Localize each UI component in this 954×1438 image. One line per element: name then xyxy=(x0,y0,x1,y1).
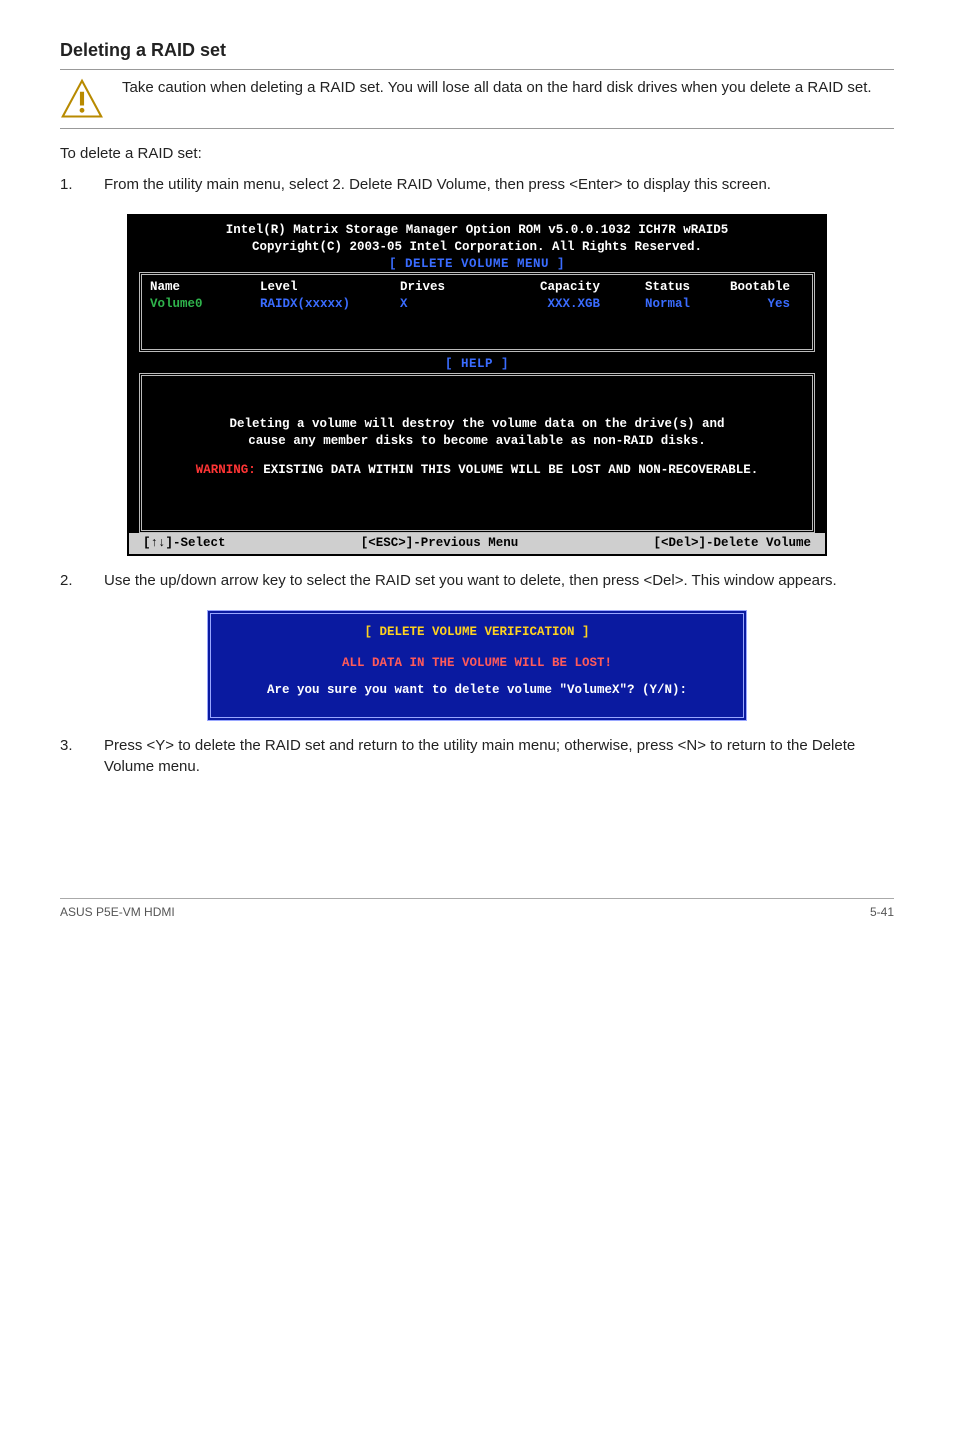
bios-volume-table-box: Name Level Drives Capacity Status Bootab… xyxy=(139,272,815,352)
divider xyxy=(60,128,894,129)
col-level: Level xyxy=(260,279,400,296)
status-previous[interactable]: [<ESC>]-Previous Menu xyxy=(361,535,519,552)
step-number: 2. xyxy=(60,570,80,592)
bios-title-1: Intel(R) Matrix Storage Manager Option R… xyxy=(139,222,815,239)
step-number: 1. xyxy=(60,174,80,196)
intro-text: To delete a RAID set: xyxy=(60,143,894,164)
verify-warning: ALL DATA IN THE VOLUME WILL BE LOST! xyxy=(225,655,729,672)
caution-icon xyxy=(60,78,104,122)
bios-delete-screen: Intel(R) Matrix Storage Manager Option R… xyxy=(127,214,827,556)
page-footer: ASUS P5E-VM HDMI 5-41 xyxy=(60,898,894,919)
col-drives: Drives xyxy=(400,279,480,296)
help-line-1: Deleting a volume will destroy the volum… xyxy=(150,416,804,433)
bios-menu-label: [ DELETE VOLUME MENU ] xyxy=(139,256,815,273)
verify-title: [ DELETE VOLUME VERIFICATION ] xyxy=(225,624,729,641)
caution-text: Take caution when deleting a RAID set. Y… xyxy=(122,78,894,98)
bios-help-label: [ HELP ] xyxy=(139,356,815,373)
col-status: Status xyxy=(600,279,690,296)
step-1: 1. From the utility main menu, select 2.… xyxy=(60,174,894,196)
warning-prefix: WARNING: xyxy=(196,463,256,477)
bios-verify-dialog: [ DELETE VOLUME VERIFICATION ] ALL DATA … xyxy=(207,610,747,721)
status-delete[interactable]: [<Del>]-Delete Volume xyxy=(653,535,811,552)
bios-table-header-row: Name Level Drives Capacity Status Bootab… xyxy=(150,279,804,296)
col-bootable: Bootable xyxy=(690,279,790,296)
bios-help-box: Deleting a volume will destroy the volum… xyxy=(139,373,815,533)
step-text: From the utility main menu, select 2. De… xyxy=(104,174,894,196)
cell-bootable: Yes xyxy=(690,296,790,313)
step-3: 3. Press <Y> to delete the RAID set and … xyxy=(60,735,894,779)
bios-title-2: Copyright(C) 2003-05 Intel Corporation. … xyxy=(139,239,815,256)
footer-right: 5-41 xyxy=(870,905,894,919)
col-capacity: Capacity xyxy=(480,279,600,296)
verify-prompt[interactable]: Are you sure you want to delete volume "… xyxy=(225,682,729,699)
bios-warning-line: WARNING: EXISTING DATA WITHIN THIS VOLUM… xyxy=(150,462,804,479)
bios-statusbar: [↑↓]-Select [<ESC>]-Previous Menu [<Del>… xyxy=(129,533,825,554)
cell-level: RAIDX(xxxxx) xyxy=(260,296,400,313)
cell-capacity: XXX.XGB xyxy=(480,296,600,313)
step-number: 3. xyxy=(60,735,80,779)
caution-block: Take caution when deleting a RAID set. Y… xyxy=(60,78,894,122)
divider xyxy=(60,69,894,70)
step-text: Use the up/down arrow key to select the … xyxy=(104,570,894,592)
col-name: Name xyxy=(150,279,260,296)
cell-drives: X xyxy=(400,296,480,313)
step-text: Press <Y> to delete the RAID set and ret… xyxy=(104,735,894,779)
cell-status: Normal xyxy=(600,296,690,313)
status-select[interactable]: [↑↓]-Select xyxy=(143,535,226,552)
help-line-2: cause any member disks to become availab… xyxy=(150,433,804,450)
section-title: Deleting a RAID set xyxy=(60,40,894,61)
bios-table-row[interactable]: Volume0 RAIDX(xxxxx) X XXX.XGB Normal Ye… xyxy=(150,296,804,313)
warning-body: EXISTING DATA WITHIN THIS VOLUME WILL BE… xyxy=(256,463,759,477)
footer-left: ASUS P5E-VM HDMI xyxy=(60,905,175,919)
cell-name: Volume0 xyxy=(150,296,260,313)
step-2: 2. Use the up/down arrow key to select t… xyxy=(60,570,894,592)
